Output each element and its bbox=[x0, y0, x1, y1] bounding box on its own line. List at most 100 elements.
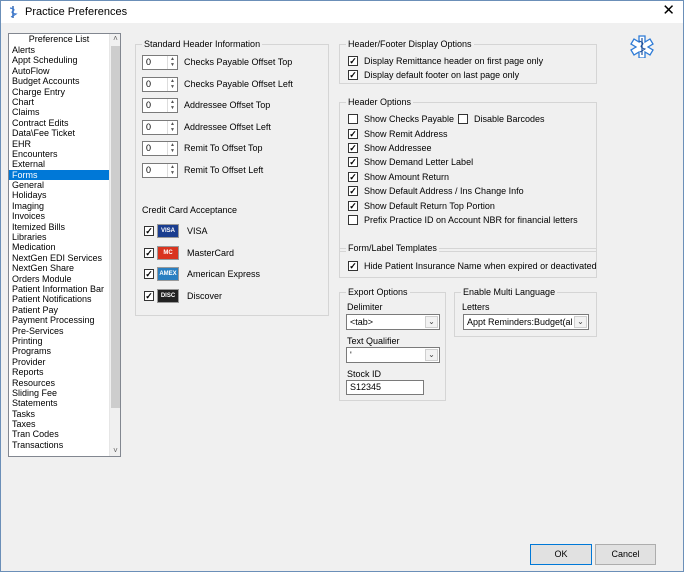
list-item[interactable]: Patient Notifications bbox=[9, 294, 109, 304]
list-item[interactable]: Chart bbox=[9, 97, 109, 107]
list-item[interactable]: Resources bbox=[9, 378, 109, 388]
list-item[interactable]: Pre-Services bbox=[9, 326, 109, 336]
chevron-down-icon[interactable]: ⌄ bbox=[574, 316, 587, 328]
option-label: Prefix Practice ID on Account NBR for fi… bbox=[364, 214, 578, 225]
list-item[interactable]: Statements bbox=[9, 398, 109, 408]
chevron-up-icon[interactable]: ˄ bbox=[110, 34, 120, 44]
list-item[interactable]: Patient Pay bbox=[9, 305, 109, 315]
list-item[interactable]: Patient Information Bar bbox=[9, 284, 109, 294]
list-item[interactable]: Transactions bbox=[9, 440, 109, 450]
list-item[interactable]: Charge Entry bbox=[9, 87, 109, 97]
preference-list-scrollbar[interactable]: ˄ ˅ bbox=[109, 34, 120, 456]
stepper-arrows-icon[interactable]: ▲ ▼ bbox=[167, 142, 177, 156]
checkbox[interactable]: ✓ bbox=[348, 70, 358, 80]
list-item[interactable]: Libraries bbox=[9, 232, 109, 242]
checkbox[interactable] bbox=[348, 114, 358, 124]
checkbox[interactable]: ✓ bbox=[348, 128, 358, 139]
list-item[interactable]: Orders Module bbox=[9, 274, 109, 284]
list-item[interactable]: Taxes bbox=[9, 419, 109, 429]
checkbox[interactable] bbox=[458, 114, 468, 124]
list-item[interactable]: Medication bbox=[9, 242, 109, 252]
delimiter-select[interactable]: <tab> ⌄ bbox=[346, 314, 440, 330]
chevron-down-icon[interactable]: ˅ bbox=[110, 446, 120, 456]
text-qualifier-select[interactable]: ' ⌄ bbox=[346, 347, 440, 363]
chevron-down-icon[interactable]: ⌄ bbox=[425, 349, 438, 361]
header-options-title: Header Options bbox=[346, 97, 414, 108]
option-label: Show Default Address / Ins Change Info bbox=[364, 186, 524, 197]
hide-insurance-name-label: Hide Patient Insurance Name when expired… bbox=[364, 261, 597, 271]
list-item[interactable]: Forms bbox=[9, 169, 109, 181]
offset-label: Remit To Offset Top bbox=[184, 143, 263, 154]
offset-value: 0 bbox=[146, 143, 152, 154]
letters-select[interactable]: Appt Reminders:Budget(all ⌄ bbox=[463, 314, 589, 330]
checkbox[interactable]: ✓ bbox=[348, 261, 358, 271]
stepper-arrows-icon[interactable]: ▲ ▼ bbox=[167, 99, 177, 113]
list-item[interactable]: Programs bbox=[9, 346, 109, 356]
scrollbar-thumb[interactable] bbox=[111, 46, 120, 408]
option-label: Show Default Return Top Portion bbox=[364, 200, 495, 211]
checkbox[interactable]: ✓ bbox=[144, 247, 154, 258]
offset-stepper[interactable]: 0 ▲ ▼ bbox=[142, 76, 178, 92]
offset-label: Checks Payable Offset Left bbox=[184, 78, 293, 89]
list-item[interactable]: Printing bbox=[9, 336, 109, 346]
practice-preferences-window: Practice Preferences ✕ Preference List A… bbox=[0, 0, 684, 572]
checkbox[interactable]: ✓ bbox=[348, 200, 358, 211]
offset-stepper[interactable]: 0 ▲ ▼ bbox=[142, 98, 178, 114]
stepper-arrows-icon[interactable]: ▲ ▼ bbox=[167, 120, 177, 134]
stepper-arrows-icon[interactable]: ▲ ▼ bbox=[167, 77, 177, 91]
list-item[interactable]: Claims bbox=[9, 107, 109, 117]
list-item[interactable]: Encounters bbox=[9, 149, 109, 159]
checkbox[interactable] bbox=[348, 214, 358, 225]
list-item[interactable]: Invoices bbox=[9, 211, 109, 221]
offset-stepper[interactable]: 0 ▲ ▼ bbox=[142, 55, 178, 70]
preference-list[interactable]: Preference List Alerts Appt Scheduling Aut… bbox=[8, 33, 121, 457]
close-icon[interactable]: ✕ bbox=[662, 3, 675, 19]
stepper-arrows-icon[interactable]: ▲ ▼ bbox=[167, 56, 177, 69]
dialog-client-area: Preference List Alerts Appt Scheduling Aut… bbox=[2, 23, 682, 571]
checkbox[interactable]: ✓ bbox=[348, 142, 358, 153]
offset-stepper[interactable]: 0 ▲ ▼ bbox=[142, 163, 178, 178]
list-item[interactable]: Sliding Fee bbox=[9, 388, 109, 398]
multi-language-group: Enable Multi Language Letters Appt Remin… bbox=[454, 287, 597, 337]
list-item[interactable]: Appt Scheduling bbox=[9, 55, 109, 65]
list-item[interactable]: Imaging bbox=[9, 201, 109, 211]
cancel-button[interactable]: Cancel bbox=[595, 544, 656, 565]
list-item[interactable]: Contract Edits bbox=[9, 118, 109, 128]
visa-card-icon: VISA bbox=[157, 224, 179, 238]
checkbox[interactable]: ✓ bbox=[144, 269, 154, 279]
list-item[interactable]: General bbox=[9, 180, 109, 190]
checkbox[interactable]: ✓ bbox=[348, 186, 358, 197]
checkbox[interactable]: ✓ bbox=[348, 56, 358, 66]
stock-id-input[interactable]: S12345 bbox=[346, 380, 424, 395]
list-item[interactable]: Tran Codes bbox=[9, 429, 109, 439]
list-item[interactable]: Holidays bbox=[9, 190, 109, 200]
offset-stepper[interactable]: 0 ▲ ▼ bbox=[142, 141, 178, 157]
list-item[interactable]: Itemized Bills bbox=[9, 222, 109, 232]
text-qualifier-label: Text Qualifier bbox=[347, 336, 400, 346]
medical-caduceus-logo-icon bbox=[630, 35, 654, 58]
list-item[interactable]: AutoFlow bbox=[9, 66, 109, 76]
offset-stepper[interactable]: 0 ▲ ▼ bbox=[142, 119, 178, 135]
list-item[interactable]: NextGen Share bbox=[9, 263, 109, 273]
checkbox[interactable]: ✓ bbox=[144, 226, 154, 236]
list-item[interactable]: Provider bbox=[9, 357, 109, 367]
option-label: Display Remittance header on first page … bbox=[364, 56, 544, 66]
list-item[interactable]: Data\Fee Ticket bbox=[9, 128, 109, 138]
standard-header-group: Standard Header Information 0 ▲ ▼ Checks Pa… bbox=[135, 39, 329, 316]
offset-value: 0 bbox=[146, 121, 152, 132]
list-item[interactable]: External bbox=[9, 159, 109, 169]
list-item[interactable]: NextGen EDI Services bbox=[9, 253, 109, 263]
list-item[interactable]: Budget Accounts bbox=[9, 76, 109, 86]
stepper-arrows-icon[interactable]: ▲ ▼ bbox=[167, 164, 177, 177]
checkbox[interactable]: ✓ bbox=[144, 290, 154, 301]
ok-button[interactable]: OK bbox=[530, 544, 592, 565]
checkbox[interactable]: ✓ bbox=[348, 157, 358, 168]
list-item[interactable]: Tasks bbox=[9, 409, 109, 419]
list-item[interactable]: EHR bbox=[9, 139, 109, 149]
list-item[interactable]: Reports bbox=[9, 367, 109, 377]
checkbox[interactable]: ✓ bbox=[348, 171, 358, 182]
list-item[interactable]: Payment Processing bbox=[9, 315, 109, 325]
chevron-down-icon[interactable]: ⌄ bbox=[425, 316, 438, 328]
list-item[interactable]: Alerts bbox=[9, 45, 109, 55]
standard-header-title: Standard Header Information bbox=[142, 39, 263, 50]
